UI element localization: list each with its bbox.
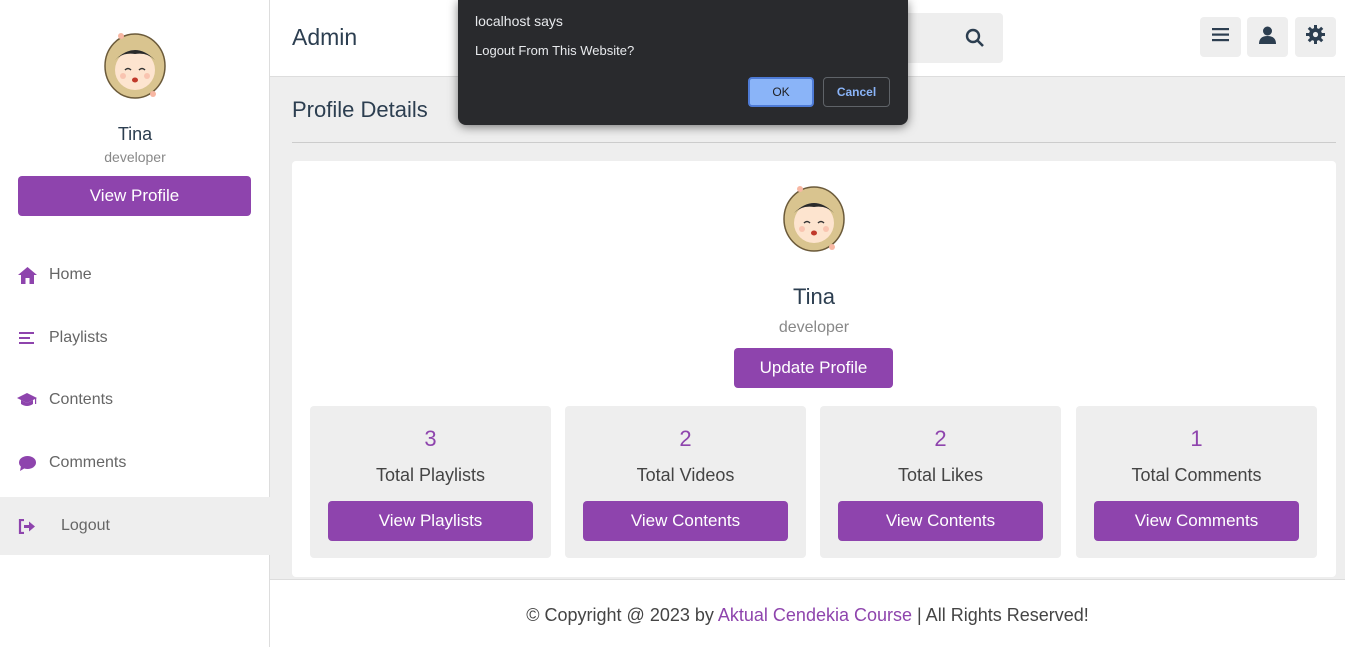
sidebar-item-label: Contents [49,391,114,408]
divider [292,142,1336,143]
profile-card: Tina developer Update Profile 3 Total Pl… [292,161,1336,577]
view-playlists-button[interactable]: View Playlists [328,501,533,541]
sidebar-item-label: Comments [49,454,127,471]
stat-label: Total Videos [636,465,735,485]
stat-box-videos: 2 Total Videos View Contents [565,406,806,558]
sidebar-item-label: Playlists [49,329,108,346]
profile-role: developer [778,319,850,336]
sidebar-item-label: Logout [61,517,110,534]
settings-button[interactable] [1295,17,1336,57]
sidebar-user-name: Tina [117,124,153,144]
user-icon [1259,26,1276,49]
stat-value: 2 [934,426,947,451]
confirm-dialog: localhost says Logout From This Website?… [458,0,908,125]
search-input[interactable] [900,13,1003,63]
menu-button[interactable] [1200,17,1241,57]
stat-value: 1 [1190,426,1203,451]
profile-name: Tina [793,284,835,309]
stat-value: 2 [679,426,692,451]
view-comments-button[interactable]: View Comments [1094,501,1299,541]
ok-button[interactable]: OK [748,77,814,107]
bars-icon [17,329,37,347]
stat-label: Total Comments [1131,465,1262,485]
menu-icon [1212,27,1229,47]
sidebar-item-logout[interactable]: Logout [0,497,270,555]
copyright-text: © Copyright @ 2023 by Aktual Cendekia Co… [270,605,1345,626]
logo[interactable]: Admin [292,24,357,51]
sidebar-item-home[interactable]: Home [0,246,270,304]
cancel-button[interactable]: Cancel [823,77,890,107]
page-title: Profile Details [292,97,428,122]
home-icon [17,266,37,284]
sidebar-item-contents[interactable]: Contents [0,371,270,429]
update-profile-button[interactable]: Update Profile [734,348,893,388]
stat-box-playlists: 3 Total Playlists View Playlists [310,406,551,558]
copyright-suffix: | All Rights Reserved! [912,605,1089,625]
graduation-cap-icon [17,391,37,409]
sidebar-item-label: Home [49,266,92,283]
view-liked-contents-button[interactable]: View Contents [838,501,1043,541]
dialog-message: Logout From This Website? [475,43,635,58]
sidebar: Tina developer View Profile Home Playlis… [0,0,270,647]
view-profile-button[interactable]: View Profile [18,176,251,216]
avatar [103,30,167,100]
comment-icon [17,454,37,472]
stat-label: Total Playlists [375,465,486,485]
profile-avatar [782,183,846,253]
stat-box-likes: 2 Total Likes View Contents [820,406,1061,558]
dialog-title: localhost says [475,13,563,29]
sidebar-item-comments[interactable]: Comments [0,434,270,492]
stat-value: 3 [424,426,437,451]
sidebar-user-role: developer [104,149,166,165]
view-contents-button[interactable]: View Contents [583,501,788,541]
stat-label: Total Likes [897,465,984,485]
sidebar-item-playlists[interactable]: Playlists [0,309,270,367]
gear-icon [1306,25,1325,49]
search-icon[interactable] [965,28,985,48]
user-button[interactable] [1247,17,1288,57]
footer: © Copyright @ 2023 by Aktual Cendekia Co… [270,579,1345,647]
stat-box-comments: 1 Total Comments View Comments [1076,406,1317,558]
footer-link[interactable]: Aktual Cendekia Course [718,605,912,625]
copyright-prefix: © Copyright @ 2023 by [526,605,718,625]
logout-icon [17,517,37,535]
